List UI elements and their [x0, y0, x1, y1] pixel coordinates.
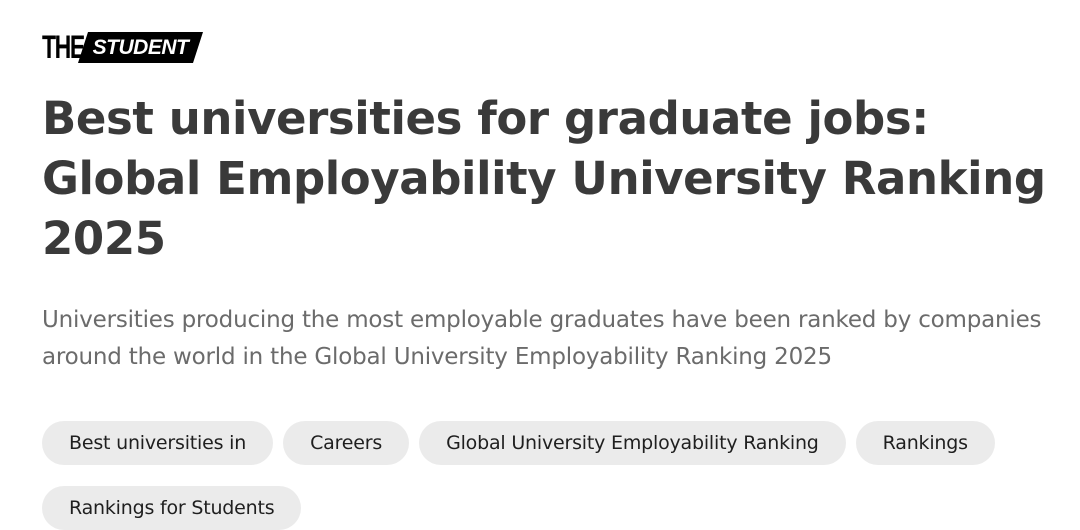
tag-rankings[interactable]: Rankings [855, 421, 995, 465]
logo-name: STUDENT [78, 32, 203, 63]
tag-rankings-for-students[interactable]: Rankings for Students [42, 486, 302, 530]
logo-prefix: THE [42, 29, 85, 65]
tag-careers[interactable]: Careers [283, 421, 410, 465]
tag-best-universities-in[interactable]: Best universities in [42, 421, 274, 465]
page-title: Best universities for graduate jobs: Glo… [42, 92, 1046, 265]
article-header: THE STUDENT Best universities for gradua… [42, 31, 1052, 530]
the-student-logo[interactable]: THE STUDENT [42, 31, 1052, 64]
tag-list: Best universities in Careers Global Univ… [42, 421, 1052, 530]
page-subtitle: Universities producing the most employab… [42, 307, 1042, 370]
tag-global-university-employability-ranking[interactable]: Global University Employability Ranking [419, 421, 846, 465]
